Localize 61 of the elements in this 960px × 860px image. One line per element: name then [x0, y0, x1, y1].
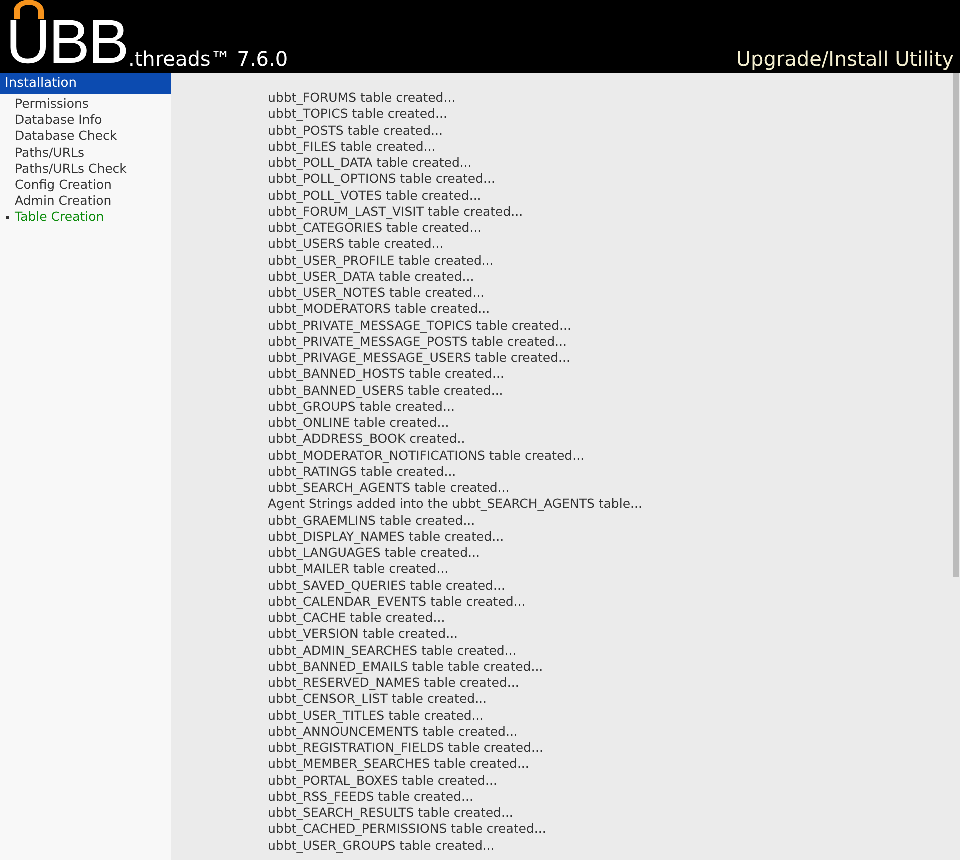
log-line: ubbt_USER_DATA table created... — [268, 268, 476, 285]
sidebar-header: Installation — [0, 73, 171, 94]
log-line: ubbt_TOPICS table created... — [268, 106, 448, 122]
log-line: ubbt_USER_NOTES table created... — [268, 285, 486, 302]
log-line: ubbt_LANGUAGES table created... — [268, 545, 481, 562]
bullet-icon — [6, 216, 9, 220]
log-line: ubbt_ADMIN_SEARCHES table created... — [268, 642, 518, 659]
log-line: ubbt_PRIVATE_MESSAGE_TOPICS table created... — [268, 318, 572, 334]
log-line: ubbt_VERSION table created... — [268, 626, 460, 642]
sidebar-item[interactable]: Database Check — [15, 128, 118, 144]
log-line: Agent Strings added into the ubbt_SEARCH_AGENTS table... — [268, 496, 644, 512]
sidebar-item[interactable]: Admin Creation — [15, 193, 112, 208]
log-line: ubbt_REGISTRATION_FIELDS table created... — [268, 740, 544, 756]
log-line: ubbt_USERS table created... — [268, 236, 445, 252]
log-line: ubbt_GROUPS table created... — [268, 398, 456, 415]
log-line: ubbt_ADDRESS_BOOK created.. — [268, 431, 466, 448]
log-line: ubbt_POSTS table created... — [268, 122, 444, 139]
log-line: ubbt_BANNED_USERS table created... — [268, 382, 504, 399]
product-version: .threads™ 7.6.0 — [128, 47, 288, 71]
utility-title: Upgrade/Install Utility — [736, 47, 954, 71]
log-line: ubbt_RESERVED_NAMES table created... — [268, 675, 520, 692]
log-line: ubbt_POLL_VOTES table created... — [268, 188, 482, 204]
log-line: ubbt_MODERATOR_NOTIFICATIONS table created... — [268, 448, 586, 464]
log-line: ubbt_USER_TITLES table created... — [268, 708, 485, 724]
log-line: ubbt_ANNOUNCEMENTS table created... — [268, 724, 519, 740]
log-line: ubbt_MAILER table created... — [268, 561, 450, 578]
log-line: ubbt_MEMBER_SEARCHES table created... — [268, 756, 530, 772]
log-line: ubbt_RATINGS table created... — [268, 464, 458, 480]
log-line: ubbt_GRAEMLINS table created... — [268, 512, 476, 529]
log-line: ubbt_PRIVAGE_MESSAGE_USERS table created... — [268, 350, 572, 366]
log-line: ubbt_CACHE table created... — [268, 610, 446, 626]
log-line: ubbt_PORTAL_BOXES table created... — [268, 772, 498, 789]
log-line: ubbt_SEARCH_AGENTS table created... — [268, 480, 511, 496]
log-line: ubbt_BANNED_HOSTS table created... — [268, 366, 506, 382]
log-line: ubbt_FILES table created... — [268, 138, 437, 155]
log-line: ubbt_FORUMS table created... — [268, 90, 457, 106]
log-line: ubbt_SEARCH_RESULTS table created... — [268, 805, 514, 822]
log-line: ubbt_PRIVATE_MESSAGE_POSTS table created... — [268, 334, 568, 350]
log-line: ubbt_USER_GROUPS table created... — [268, 838, 496, 854]
log-line: ubbt_CACHED_PERMISSIONS table created... — [268, 821, 548, 838]
sidebar-item[interactable]: Permissions — [15, 96, 89, 111]
log-line: ubbt_DISPLAY_NAMES table created... — [268, 528, 506, 545]
sidebar-item[interactable]: Paths/URLs Check — [15, 160, 127, 176]
log-line: ubbt_SAVED_QUERIES table created... — [268, 578, 506, 594]
log-line: ubbt_USER_PROFILE table created... — [268, 252, 495, 269]
log-line: ubbt_CALENDAR_EVENTS table created... — [268, 594, 527, 610]
log-line: ubbt_BANNED_EMAILS table table created... — [268, 658, 544, 675]
log-line: ubbt_ONLINE table created... — [268, 415, 450, 432]
logo: UBB — [6, 19, 128, 65]
sidebar-item[interactable]: Config Creation — [15, 177, 112, 192]
scrollbar-thumb[interactable] — [953, 73, 959, 577]
log-line: ubbt_POLL_OPTIONS table created... — [268, 171, 496, 188]
sidebar-item[interactable]: Table Creation — [15, 209, 104, 224]
sidebar-item[interactable]: Database Info — [15, 112, 102, 128]
log-line: ubbt_CENSOR_LIST table created... — [268, 691, 488, 708]
log-line: ubbt_MODERATORS table created... — [268, 301, 492, 318]
log-line: ubbt_FORUM_LAST_VISIT table created... — [268, 204, 524, 220]
log-line: ubbt_CATEGORIES table created... — [268, 220, 483, 236]
sidebar-item[interactable]: Paths/URLs — [15, 144, 84, 160]
log-line: ubbt_POLL_DATA table created... — [268, 155, 473, 172]
log-line: ubbt_RSS_FEEDS table created... — [268, 788, 474, 805]
